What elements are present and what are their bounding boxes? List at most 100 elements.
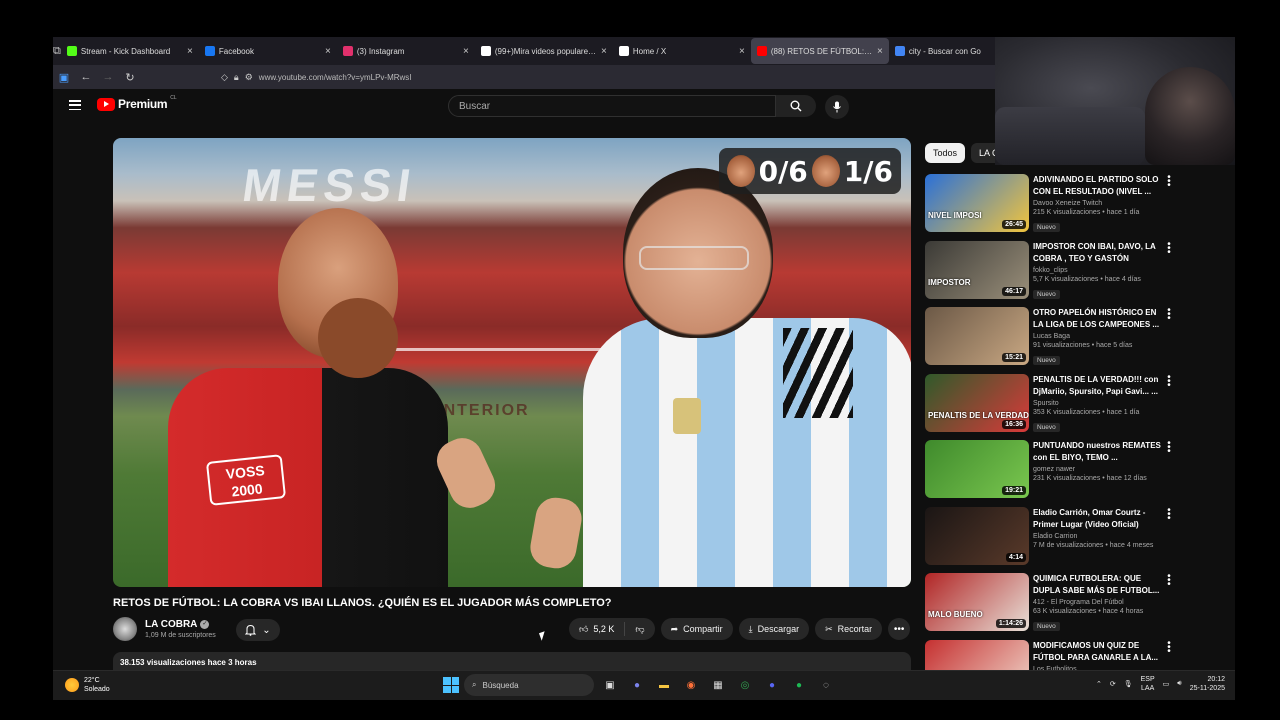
more-vertical-icon[interactable]: • • • bbox=[1165, 372, 1173, 390]
firefox-icon[interactable]: ◉ bbox=[680, 674, 702, 696]
recommended-title[interactable]: OTRO PAPELÓN HISTÓRICO EN LA LIGA DE LOS… bbox=[1033, 307, 1163, 331]
video-thumbnail[interactable]: 4:14 bbox=[925, 506, 1029, 565]
share-button[interactable]: ➦ Compartir bbox=[660, 618, 733, 640]
url-bar[interactable]: ◇ 🔒︎ ⚙ www.youtube.com/watch?v=ymLPv-MRw… bbox=[221, 72, 412, 83]
download-button[interactable]: ⤓ Descargar bbox=[738, 618, 810, 640]
search-button[interactable] bbox=[776, 95, 816, 117]
taskbar-search[interactable]: ⌕ Búsqueda bbox=[464, 674, 594, 696]
sidebar-toggle-icon[interactable]: ▣ bbox=[53, 66, 75, 88]
argentina-jersey bbox=[583, 318, 911, 587]
back-icon[interactable]: ← bbox=[75, 66, 97, 88]
search-input[interactable]: Buscar bbox=[448, 95, 776, 117]
language-indicator[interactable]: ESP LAA bbox=[1141, 675, 1155, 693]
tab-list-icon[interactable]: ⧉ bbox=[53, 37, 61, 65]
more-actions-button[interactable]: ••• bbox=[888, 618, 911, 640]
clip-button[interactable]: ✂ Recortar bbox=[815, 618, 883, 640]
more-vertical-icon[interactable]: • • • bbox=[1165, 572, 1173, 590]
dislike-button[interactable]: 👎︎ bbox=[625, 624, 654, 635]
video-thumbnail[interactable]: 15:21 bbox=[925, 307, 1029, 365]
hamburger-menu-icon[interactable] bbox=[69, 100, 81, 110]
youtube-logo[interactable]: Premium CL bbox=[97, 95, 177, 111]
forward-icon[interactable]: → bbox=[97, 66, 119, 88]
recommended-title[interactable]: QUIMICA FUTBOLERA: QUE DUPLA SABE MÁS DE… bbox=[1033, 573, 1163, 597]
sync-icon[interactable]: ⟳ bbox=[1110, 680, 1116, 688]
display-icon[interactable]: ▭ bbox=[1163, 680, 1170, 688]
chip-all[interactable]: Todos bbox=[925, 143, 966, 163]
more-vertical-icon[interactable]: • • • bbox=[1165, 306, 1173, 324]
recommended-video[interactable]: 15:21 OTRO PAPELÓN HISTÓRICO EN LA LIGA D… bbox=[925, 306, 1175, 374]
recommended-video[interactable]: MALO BUENO 1:14:26 QUIMICA FUTBOLERA: QUE … bbox=[925, 572, 1175, 640]
video-player[interactable]: MESSI DEL INTERIOR VOSS 2000 0/6 1/6 bbox=[113, 138, 911, 587]
recommended-video[interactable]: IMPOSTOR 46:17 IMPOSTOR CON IBAI, DAVO, LA… bbox=[925, 239, 1175, 308]
recommended-title[interactable]: PUNTUANDO nuestros REMATES con EL BIYO, … bbox=[1033, 440, 1163, 464]
browser-tab[interactable]: (99+)Mira videos populares sob × bbox=[475, 38, 613, 64]
recommended-channel[interactable]: Eladio Carrion bbox=[1033, 533, 1163, 540]
weather-widget[interactable]: 22°C Soleado bbox=[65, 676, 110, 694]
url-text[interactable]: www.youtube.com/watch?v=ymLPv-MRwsI bbox=[259, 73, 412, 82]
channel-name[interactable]: LA COBRA bbox=[145, 619, 197, 630]
recommended-title[interactable]: PENALTIS DE LA VERDAD!!! con DjMariio, S… bbox=[1033, 374, 1163, 398]
tiktok-icon bbox=[480, 46, 491, 56]
video-thumbnail[interactable]: IMPOSTOR 46:17 bbox=[925, 240, 1029, 299]
video-thumbnail[interactable]: NIVEL IMPOSI 26:45 bbox=[925, 174, 1029, 232]
permissions-icon[interactable]: ⚙ bbox=[245, 72, 253, 83]
more-vertical-icon[interactable]: • • • bbox=[1165, 505, 1173, 523]
recommended-channel[interactable]: Spursito bbox=[1033, 400, 1163, 407]
more-vertical-icon[interactable]: • • • bbox=[1165, 638, 1173, 656]
task-view-icon[interactable]: ▣ bbox=[599, 674, 621, 696]
glasses bbox=[639, 246, 749, 270]
file-explorer-icon[interactable]: ▬ bbox=[653, 674, 675, 696]
volume-icon[interactable]: 🔊︎ bbox=[1177, 680, 1181, 688]
more-vertical-icon[interactable]: • • • bbox=[1165, 239, 1173, 257]
lock-icon[interactable]: 🔒︎ bbox=[234, 72, 239, 83]
recommended-channel[interactable]: gomez nawer bbox=[1033, 466, 1163, 473]
spotify-icon[interactable]: ● bbox=[788, 674, 810, 696]
channel-avatar[interactable] bbox=[113, 617, 137, 641]
recommended-title[interactable]: MODIFICAMOS UN QUIZ DE FÚTBOL PARA GANAR… bbox=[1033, 640, 1163, 664]
more-vertical-icon[interactable]: • • • bbox=[1165, 173, 1173, 191]
more-vertical-icon[interactable]: • • • bbox=[1165, 439, 1173, 457]
like-button[interactable]: 👍︎ 5,2 K bbox=[569, 622, 626, 636]
obs-icon[interactable]: ▦ bbox=[707, 674, 729, 696]
video-thumbnail[interactable]: PENALTIS DE LA VERDAD 16:36 bbox=[925, 373, 1029, 432]
score-overlay: 0/6 1/6 bbox=[718, 148, 901, 194]
browser-tab[interactable]: Facebook × bbox=[199, 38, 337, 64]
browser-tab[interactable]: Home / X × bbox=[613, 38, 751, 64]
mic-tray-icon[interactable]: 🎙︎ bbox=[1124, 680, 1133, 688]
channel-info[interactable]: LA COBRA ✓ 1,09 M de suscriptores bbox=[113, 617, 216, 641]
tracking-shield-icon[interactable]: ◇ bbox=[221, 72, 228, 83]
recommended-video[interactable]: 19:21 PUNTUANDO nuestros REMATES con EL B… bbox=[925, 439, 1175, 507]
app-icon[interactable]: ◌ bbox=[815, 674, 837, 696]
video-thumbnail[interactable]: 19:21 bbox=[925, 440, 1029, 498]
close-icon[interactable]: × bbox=[877, 46, 883, 57]
close-icon[interactable]: × bbox=[739, 46, 745, 57]
recommended-title[interactable]: ADIVINANDO EL PARTIDO SOLO CON EL RESULT… bbox=[1033, 174, 1163, 198]
close-icon[interactable]: × bbox=[601, 46, 607, 57]
reload-icon[interactable]: ↻ bbox=[119, 66, 141, 88]
browser-tab[interactable]: Stream - Kick Dashboard × bbox=[61, 38, 199, 64]
video-thumbnail[interactable]: MALO BUENO 1:14:26 bbox=[925, 573, 1029, 631]
close-icon[interactable]: × bbox=[187, 46, 193, 57]
recommended-title[interactable]: IMPOSTOR CON IBAI, DAVO, LA COBRA , TEO … bbox=[1033, 241, 1163, 265]
browser-tab[interactable]: (88) RETOS DE FÚTBOL: LA × bbox=[750, 38, 889, 64]
recommended-channel[interactable]: 412 - El Programa Del Fútbol bbox=[1033, 599, 1163, 606]
recommended-channel[interactable]: Davoo Xeneize Twitch bbox=[1033, 200, 1163, 207]
recommended-video[interactable]: 4:14 Eladio Carrión, Omar Courtz - Primer… bbox=[925, 505, 1175, 574]
voice-search-button[interactable] bbox=[825, 95, 849, 119]
recommended-title[interactable]: Eladio Carrión, Omar Courtz - Primer Lug… bbox=[1033, 507, 1163, 531]
recommended-channel[interactable]: Lucas Baga bbox=[1033, 333, 1163, 340]
recommended-channel[interactable]: fokko_clips bbox=[1033, 267, 1163, 274]
tray-expand-icon[interactable]: ⌃ bbox=[1096, 680, 1102, 688]
close-icon[interactable]: × bbox=[463, 46, 469, 57]
clock[interactable]: 20:12 25-11-2025 bbox=[1190, 675, 1225, 693]
close-icon[interactable]: × bbox=[325, 46, 331, 57]
discord-icon[interactable]: ● bbox=[761, 674, 783, 696]
weather-condition: Soleado bbox=[84, 686, 110, 693]
teams-icon[interactable]: ● bbox=[626, 674, 648, 696]
windows-start-icon[interactable] bbox=[443, 677, 459, 693]
recommended-video[interactable]: PENALTIS DE LA VERDAD 16:36 PENALTIS DE LA… bbox=[925, 372, 1175, 441]
chrome-icon[interactable]: ◎ bbox=[734, 674, 756, 696]
notifications-button[interactable]: ⌄ bbox=[236, 619, 280, 641]
browser-tab[interactable]: (3) Instagram × bbox=[337, 38, 475, 64]
recommended-video[interactable]: NIVEL IMPOSI 26:45 ADIVINANDO EL PARTIDO S… bbox=[925, 173, 1175, 241]
